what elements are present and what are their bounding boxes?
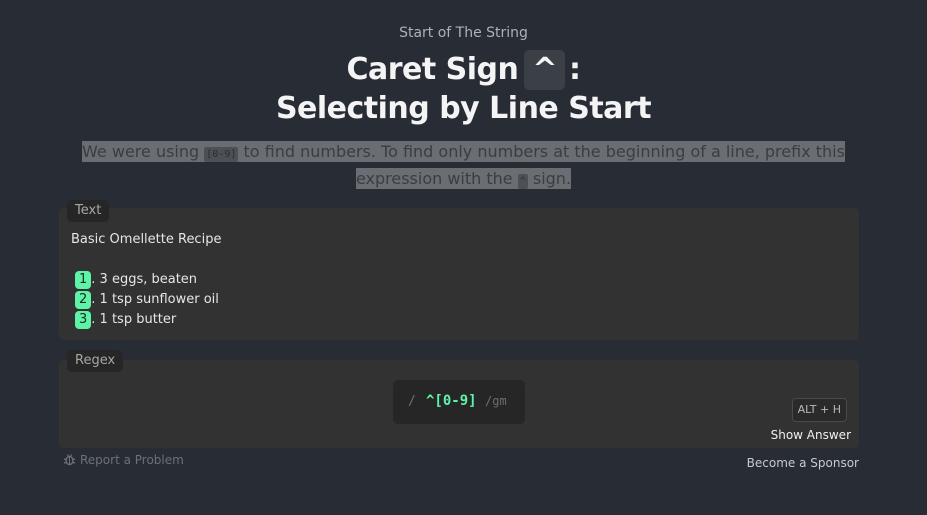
match-highlight: 3 [75,311,92,329]
report-problem-label: Report a Problem [80,453,184,467]
desc-text-1: We were using [82,142,200,161]
text-panel-label: Text [67,200,110,222]
regex-flags: /gm [485,394,507,408]
text-panel: Basic Omellette Recipe 1. 3 eggs, beaten… [59,208,859,340]
regex-expression[interactable]: ^[0-9] [426,393,477,409]
list-item-text: . 1 tsp sunflower oil [91,292,219,307]
hotkey-badge: ALT + H [791,398,847,422]
desc-code-range: [0-9] [204,147,239,162]
text-content: Basic Omellette Recipe 1. 3 eggs, beaten… [71,230,221,330]
report-problem-link[interactable]: Report a Problem [63,453,184,467]
show-answer-button[interactable]: Show Answer [771,428,851,442]
list-item-text: . 1 tsp butter [91,312,177,327]
desc-text-3: expression with the [355,169,513,188]
regex-open-slash: / [408,394,416,409]
title-text: Caret Sign [346,52,519,87]
match-highlight: 2 [75,291,92,309]
text-heading: Basic Omellette Recipe [71,232,222,247]
list-item: 3. 1 tsp butter [71,310,221,330]
regex-panel-label: Regex [67,350,124,372]
title-line-2: Selecting by Line Start [275,91,652,126]
regex-panel: / ^[0-9] /gm ALT + H Show Answer [59,360,859,448]
regex-input[interactable]: / ^[0-9] /gm [393,380,525,424]
page: Start of The String Caret Sign ^: Selecti… [0,0,927,515]
desc-text-2: to find numbers. To find only numbers at… [243,142,845,161]
lesson-title: Caret Sign ^: Selecting by Line Start [0,50,927,127]
bug-icon [63,454,76,466]
list-item: 2. 1 tsp sunflower oil [71,290,221,310]
become-sponsor-link[interactable]: Become a Sponsor [747,456,859,470]
desc-text-4: sign. [532,169,572,188]
desc-code-caret: ^ [517,174,528,189]
title-colon: : [569,52,581,87]
lesson-description: We were using [0-9] to find numbers. To … [60,140,867,194]
list-item: 1. 3 eggs, beaten [71,270,221,290]
lesson-subtitle: Start of The String [399,25,528,41]
caret-key: ^ [524,50,566,90]
list-item-text: . 3 eggs, beaten [91,272,198,287]
match-highlight: 1 [75,271,92,289]
title-line-1: Caret Sign ^: [0,50,927,90]
